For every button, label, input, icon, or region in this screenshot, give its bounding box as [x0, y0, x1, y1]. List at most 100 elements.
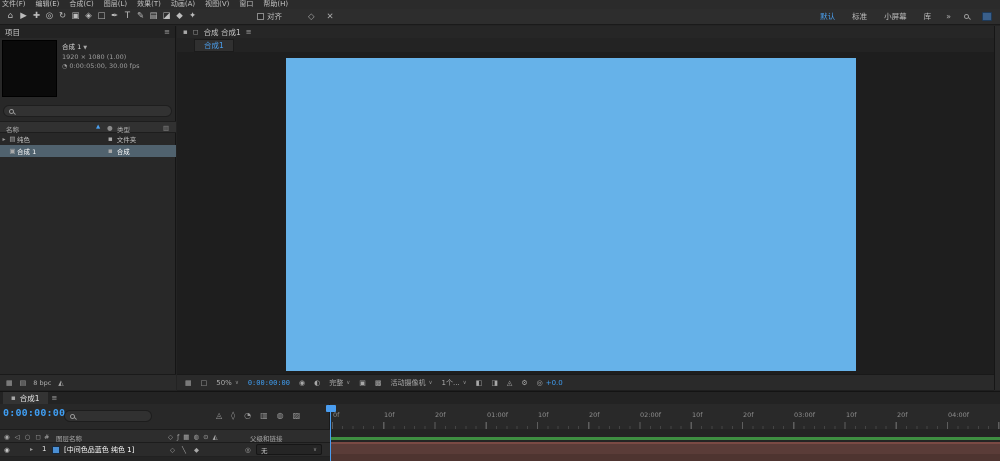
frame-blending-icon[interactable]: ▥ — [260, 411, 268, 420]
workspace-search-icon[interactable] — [964, 14, 969, 19]
menu-window[interactable]: 窗口 — [239, 0, 253, 9]
adjustment-switch-icon[interactable]: ⊙ — [203, 433, 208, 441]
layer-name[interactable]: [中间色品蓝色 纯色 1] — [64, 445, 134, 455]
target-icon[interactable]: ✕ — [327, 12, 334, 22]
timeline-tab-comp1[interactable]: ▪ 合成1 — [3, 392, 48, 404]
camera-tool-icon[interactable]: ▣ — [69, 9, 82, 24]
audio-column-icon[interactable]: ◁ — [15, 433, 20, 441]
project-panel-menu-icon[interactable]: ≡ — [164, 28, 170, 36]
lock-column-icon[interactable]: ◻ — [35, 433, 40, 441]
menu-file[interactable]: 文件(F) — [2, 0, 26, 9]
comp-breadcrumb[interactable]: 合成1 — [194, 38, 234, 52]
video-column-icon[interactable]: ◉ — [4, 433, 10, 441]
quality-switch-icon[interactable]: ◇ — [168, 433, 173, 441]
home-tool-icon[interactable]: ⌂ — [4, 9, 17, 24]
project-row-comp1[interactable]: ▣ 合成 1 ▪ 合成 — [0, 145, 176, 157]
camera-dropdown[interactable]: 活动摄像机 ∨ — [391, 378, 433, 388]
brush-tool-icon[interactable]: ✎ — [134, 9, 147, 24]
comp-panel-menu-icon[interactable]: ≡ — [246, 28, 252, 36]
eraser-tool-icon[interactable]: ◪ — [160, 9, 173, 24]
transparency-grid-icon[interactable]: ▩ — [375, 379, 382, 387]
region-of-interest-icon[interactable]: ▣ — [359, 379, 366, 387]
menu-composition[interactable]: 合成(C) — [69, 0, 93, 9]
playhead-handle[interactable] — [326, 405, 336, 412]
frame-blend-switch-icon[interactable]: ▦ — [183, 433, 189, 441]
interpret-footage-icon[interactable]: ▦ — [6, 379, 13, 387]
project-search-input[interactable] — [3, 105, 172, 117]
grid-options-icon[interactable]: ▦ — [185, 379, 192, 387]
panel-corner-icon[interactable] — [982, 12, 992, 21]
rotation-tool-icon[interactable]: ↻ — [56, 9, 69, 24]
view-layout-dropdown[interactable]: 1个... ∨ — [442, 378, 467, 388]
menu-effect[interactable]: 效果(T) — [137, 0, 161, 9]
menu-layer[interactable]: 图层(L) — [104, 0, 127, 9]
item-name[interactable]: 合成 1 — [17, 146, 36, 156]
workspace-library[interactable]: 库 — [922, 10, 934, 23]
item-name[interactable]: 纯色 — [17, 134, 30, 144]
layer-collapse-switch-icon[interactable]: ◆ — [194, 446, 199, 454]
graph-editor-icon[interactable]: ▨ — [293, 411, 301, 420]
project-row-solids-folder[interactable]: ▸ ▤ 纯色 ▪ 文件夹 — [0, 133, 176, 145]
project-panel-title[interactable]: 项目 — [5, 27, 20, 38]
resolution-dropdown[interactable]: 完整 ∨ — [329, 378, 350, 388]
parent-dropdown[interactable]: 无 ∨ — [256, 444, 322, 455]
snap-checkbox[interactable] — [257, 13, 264, 20]
roto-brush-tool-icon[interactable]: ◆ — [173, 9, 186, 24]
comp-name-caret-icon[interactable]: ▼ — [83, 45, 87, 51]
fast-previews-icon[interactable]: ◨ — [491, 379, 498, 387]
clone-stamp-tool-icon[interactable]: ▤ — [147, 9, 160, 24]
snap-toggle[interactable]: 对齐 — [257, 11, 282, 22]
hide-shy-layers-icon[interactable]: ◔ — [244, 411, 251, 420]
workspace-standard[interactable]: 标准 — [850, 10, 869, 23]
mask-feather-icon[interactable]: ◇ — [308, 12, 315, 22]
pan-behind-tool-icon[interactable]: ◈ — [82, 9, 95, 24]
menu-view[interactable]: 视图(V) — [205, 0, 229, 9]
comp-panel-title[interactable]: 合成 合成1 — [204, 27, 241, 38]
draft-3d-icon[interactable]: ◊ — [231, 411, 235, 420]
menu-help[interactable]: 帮助(H) — [263, 0, 288, 9]
workspace-overflow-icon[interactable]: » — [946, 12, 951, 21]
timeline-panel-menu-icon[interactable]: ≡ — [52, 394, 58, 402]
zoom-tool-icon[interactable]: ◎ — [43, 9, 56, 24]
3d-switch-icon[interactable]: ◭ — [213, 433, 218, 441]
hand-tool-icon[interactable]: ✚ — [30, 9, 43, 24]
current-time-display[interactable]: 0:00:00:00 — [3, 408, 65, 419]
layer-label-chip[interactable] — [52, 446, 60, 454]
timeline-ruler[interactable]: 0f 10f 20f 01:00f 10f 20f 02:00f 10f 20f… — [330, 404, 1000, 429]
label-column-icon[interactable]: ● — [107, 124, 113, 132]
mask-visibility-icon[interactable]: □ — [201, 379, 208, 387]
solo-column-icon[interactable]: ○ — [25, 433, 31, 441]
timeline-search-input[interactable] — [64, 410, 152, 422]
new-composition-icon[interactable]: ◭ — [58, 379, 63, 387]
viewer-timecode[interactable]: 0:00:00:00 — [248, 379, 290, 387]
show-snapshot-icon[interactable]: ◐ — [314, 379, 320, 387]
layer-slash-switch-icon[interactable]: ╲ — [182, 446, 186, 454]
menu-edit[interactable]: 编辑(E) — [36, 0, 60, 9]
selection-tool-icon[interactable]: ▶ — [17, 9, 30, 24]
pixel-aspect-icon[interactable]: ◧ — [476, 379, 483, 387]
magnification-dropdown[interactable]: 50% ∨ — [216, 379, 239, 387]
puppet-pin-tool-icon[interactable]: ✦ — [186, 9, 199, 24]
workspace-small-screen[interactable]: 小屏幕 — [882, 10, 909, 23]
folder-expand-icon[interactable]: ▸ — [0, 136, 8, 143]
workspace-default[interactable]: 默认 — [818, 10, 837, 23]
column-options-icon[interactable]: ▥ — [163, 124, 169, 132]
layer-row-1[interactable]: ◉ ▸ 1 [中间色品蓝色 纯色 1] ◇ ╲ ◆ ◎ 无 ∨ — [0, 443, 330, 457]
motion-blur-switch-icon[interactable]: ◍ — [193, 433, 199, 441]
snapshot-icon[interactable]: ◉ — [299, 379, 305, 387]
mask-tool-icon[interactable]: □ — [95, 9, 108, 24]
layer-quality-switch-icon[interactable]: ◇ — [170, 446, 175, 454]
right-panel-rail[interactable] — [994, 26, 1000, 390]
exposure-control[interactable]: ◎ +0.0 — [537, 379, 563, 387]
menu-animation[interactable]: 动画(A) — [171, 0, 195, 9]
layer-eye-icon[interactable]: ◉ — [4, 446, 10, 454]
layer-expand-icon[interactable]: ▸ — [30, 446, 33, 453]
pen-tool-icon[interactable]: ✒ — [108, 9, 121, 24]
parent-pick-whip-icon[interactable]: ◎ — [245, 446, 251, 454]
viewer-lock-icon[interactable]: ◻ — [193, 28, 199, 36]
comp-mini-flowchart-icon[interactable]: ◬ — [216, 411, 222, 420]
motion-blur-icon[interactable]: ◍ — [277, 411, 284, 420]
layer-duration-bar[interactable] — [330, 442, 1000, 461]
new-folder-icon[interactable]: ▤ — [20, 379, 27, 387]
fx-switch-icon[interactable]: ƒ — [177, 433, 179, 441]
